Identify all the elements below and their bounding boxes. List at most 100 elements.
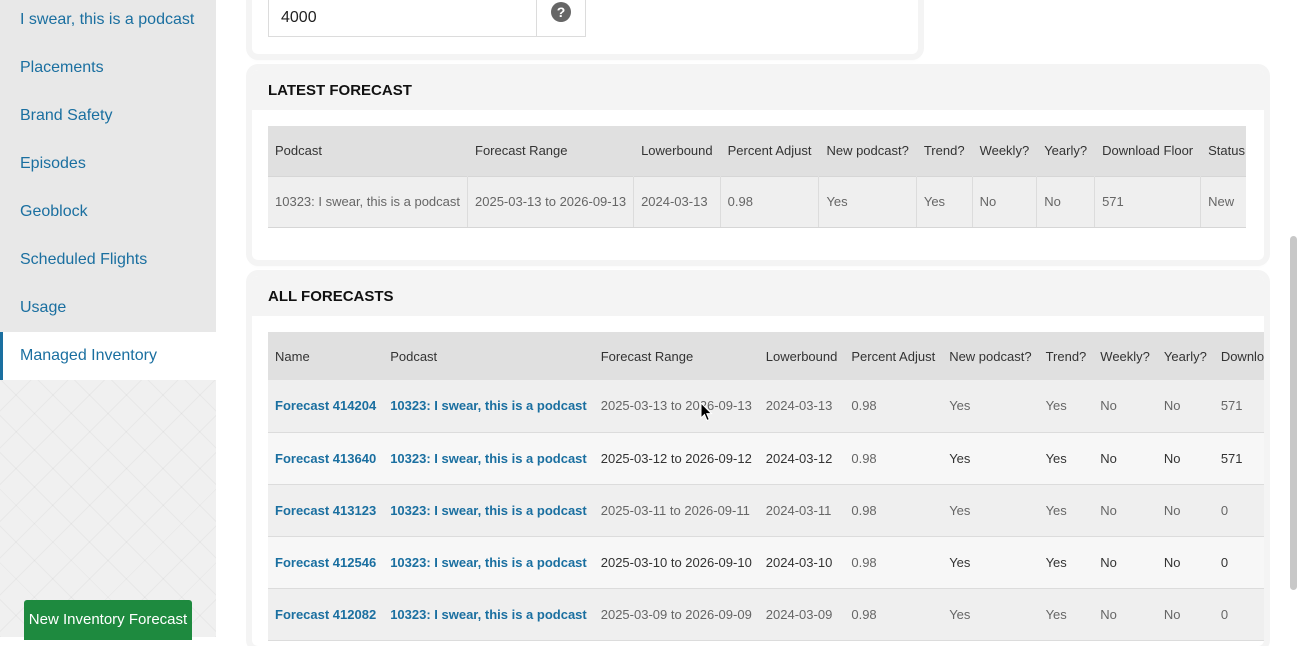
column-header[interactable]: Download F <box>1213 332 1264 380</box>
column-header[interactable]: Forecast Range <box>467 126 635 176</box>
table-header-row: Podcast Forecast Range Lowerbound Percen… <box>268 126 1246 176</box>
sidebar-item-usage[interactable]: Usage <box>0 284 216 332</box>
column-header[interactable]: Podcast <box>383 332 594 380</box>
table-cell: No <box>1093 536 1157 589</box>
table-cell: No <box>1036 175 1096 228</box>
table-cell: No <box>1093 484 1157 537</box>
column-header[interactable]: Yearly? <box>1156 332 1214 380</box>
column-header[interactable]: Percent Adjust <box>844 332 943 380</box>
table-cell: 0 <box>1213 484 1264 537</box>
table-cell: 2024-03-11 <box>758 484 845 537</box>
table-cell: 0 <box>1213 536 1264 589</box>
table-cell: Yes <box>1038 536 1094 589</box>
table-cell: 2024-03-09 <box>758 588 845 641</box>
forecast-name-link[interactable]: Forecast 412082 <box>268 588 384 641</box>
table-cell: Yes <box>818 175 917 228</box>
column-header[interactable]: Percent Adjust <box>720 126 820 176</box>
table-cell: No <box>1156 432 1214 485</box>
sidebar-nav: I swear, this is a podcast Placements Br… <box>0 0 216 380</box>
forecast-name-link[interactable]: Forecast 414204 <box>268 380 384 433</box>
podcast-link[interactable]: 10323: I swear, this is a podcast <box>383 484 594 537</box>
sidebar-item-episodes[interactable]: Episodes <box>0 140 216 188</box>
table-cell: Yes <box>942 380 1039 433</box>
page-scrollbar[interactable] <box>1290 236 1297 590</box>
podcast-link[interactable]: 10323: I swear, this is a podcast <box>383 380 594 433</box>
sidebar-item-brand-safety[interactable]: Brand Safety <box>0 92 216 140</box>
table-cell: 2025-03-13 to 2026-09-13 <box>593 380 759 433</box>
column-header[interactable]: Trend? <box>916 126 973 176</box>
column-header[interactable]: Trend? <box>1038 332 1094 380</box>
table-cell: 2025-03-13 to 2026-09-13 <box>467 175 635 228</box>
table-cell: No <box>1093 432 1157 485</box>
column-header[interactable]: Weekly? <box>1093 332 1157 380</box>
column-header[interactable]: Yearly? <box>1036 126 1096 176</box>
column-header[interactable]: Status <box>1200 126 1246 176</box>
podcast-link[interactable]: 10323: I swear, this is a podcast <box>383 536 594 589</box>
table-cell: 571 <box>1094 175 1202 228</box>
table-cell: Yes <box>1038 432 1094 485</box>
table-cell: 10323: I swear, this is a podcast <box>268 175 468 228</box>
table-cell: 0.98 <box>844 588 943 641</box>
forecast-name-link[interactable]: Forecast 413640 <box>268 432 384 485</box>
column-header[interactable]: New podcast? <box>818 126 917 176</box>
column-header[interactable]: New podcast? <box>942 332 1039 380</box>
table-cell: 571 <box>1213 380 1264 433</box>
sidebar-item-geoblock[interactable]: Geoblock <box>0 188 216 236</box>
podcast-link[interactable]: 10323: I swear, this is a podcast <box>383 432 594 485</box>
table-cell: Yes <box>942 484 1039 537</box>
latest-forecast-table: Podcast Forecast Range Lowerbound Percen… <box>268 126 1246 228</box>
table-row: Forecast 414204 10323: I swear, this is a… <box>268 380 1264 433</box>
table-cell: 0 <box>1213 588 1264 641</box>
column-header[interactable]: Name <box>268 332 384 380</box>
all-forecasts-table-wrapper[interactable]: Name Podcast Forecast Range Lowerbound P… <box>268 332 1264 646</box>
table-cell: Yes <box>1038 380 1094 433</box>
sidebar-item-placements[interactable]: Placements <box>0 44 216 92</box>
table-row: Forecast 412082 10323: I swear, this is a… <box>268 588 1264 641</box>
table-cell: 2024-03-10 <box>758 536 845 589</box>
help-button[interactable]: ? <box>537 0 585 36</box>
question-circle-icon: ? <box>551 2 571 22</box>
latest-forecast-table-wrapper[interactable]: Podcast Forecast Range Lowerbound Percen… <box>268 126 1246 228</box>
podcast-link[interactable]: 10323: I swear, this is a podcast <box>383 588 594 641</box>
table-cell: No <box>972 175 1038 228</box>
table-cell: 571 <box>1213 432 1264 485</box>
column-header[interactable]: Weekly? <box>972 126 1038 176</box>
value-input[interactable] <box>269 0 537 36</box>
table-cell: Yes <box>942 432 1039 485</box>
table-cell: Yes <box>916 175 973 228</box>
latest-forecast-card: LATEST FORECAST Podcast Forecast Range L… <box>252 70 1264 260</box>
column-header[interactable]: Lowerbound <box>633 126 721 176</box>
column-header[interactable]: Lowerbound <box>758 332 845 380</box>
column-header[interactable]: Download Floor <box>1094 126 1202 176</box>
table-cell: No <box>1156 484 1214 537</box>
input-group: ? <box>268 0 586 37</box>
table-cell: 2025-03-10 to 2026-09-10 <box>593 536 759 589</box>
forecast-name-link[interactable]: Forecast 413123 <box>268 484 384 537</box>
sidebar-item-scheduled-flights[interactable]: Scheduled Flights <box>0 236 216 284</box>
table-cell: 2024-03-13 <box>758 380 845 433</box>
table-cell: No <box>1156 536 1214 589</box>
table-cell: Yes <box>1038 484 1094 537</box>
table-cell: 0.98 <box>844 380 943 433</box>
latest-forecast-title: LATEST FORECAST <box>252 70 1264 110</box>
column-header[interactable]: Podcast <box>268 126 468 176</box>
table-cell: Yes <box>942 536 1039 589</box>
sidebar-item-podcast[interactable]: I swear, this is a podcast <box>0 0 216 44</box>
all-forecasts-card: ALL FORECASTS Name Podcast Forecast Rang… <box>252 276 1264 646</box>
sidebar-item-managed-inventory[interactable]: Managed Inventory <box>0 332 216 380</box>
table-header-row: Name Podcast Forecast Range Lowerbound P… <box>268 332 1264 380</box>
settings-card: ? <box>252 0 918 54</box>
table-row: Forecast 413640 10323: I swear, this is a… <box>268 432 1264 485</box>
table-cell: 0.98 <box>844 484 943 537</box>
table-cell: No <box>1156 588 1214 641</box>
table-cell: No <box>1093 588 1157 641</box>
table-cell: 2025-03-09 to 2026-09-09 <box>593 588 759 641</box>
table-cell: 0.98 <box>844 432 943 485</box>
column-header[interactable]: Forecast Range <box>593 332 759 380</box>
main-content: ? LATEST FORECAST Podcast Forecast Range… <box>216 0 1282 646</box>
new-inventory-forecast-button[interactable]: New Inventory Forecast <box>24 600 192 640</box>
table-cell: No <box>1093 380 1157 433</box>
forecast-name-link[interactable]: Forecast 412546 <box>268 536 384 589</box>
all-forecasts-table: Name Podcast Forecast Range Lowerbound P… <box>268 332 1264 641</box>
table-cell: Yes <box>942 588 1039 641</box>
